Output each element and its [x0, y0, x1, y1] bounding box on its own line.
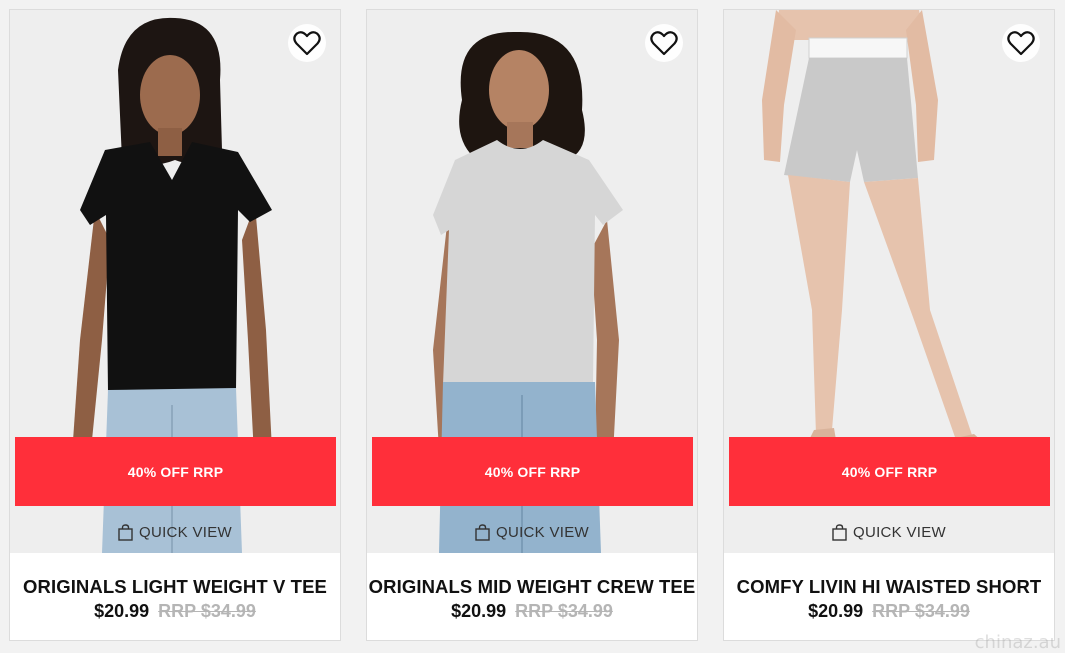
product-card[interactable]: 40% OFF RRP QUICK VIEW COMFY LIVIN HI WA… [723, 9, 1055, 641]
rrp-price: RRP $34.99 [515, 601, 613, 621]
product-name[interactable]: COMFY LIVIN HI WAISTED SHORT [724, 576, 1054, 598]
quick-view-label: QUICK VIEW [852, 523, 946, 541]
promo-label: 40% OFF RRP [841, 463, 938, 480]
promo-banner: 40% OFF RRP [729, 437, 1050, 506]
product-info: ORIGINALS LIGHT WEIGHT V TEE $20.99 RRP … [10, 554, 340, 640]
sale-price: $20.99 [94, 601, 150, 621]
sale-price: $20.99 [451, 601, 507, 621]
quick-view-button[interactable]: QUICK VIEW [367, 515, 697, 549]
wishlist-button[interactable] [1002, 24, 1040, 62]
quick-view-button[interactable]: QUICK VIEW [10, 515, 340, 549]
promo-banner: 40% OFF RRP [372, 437, 693, 506]
heart-outline-icon [1007, 31, 1035, 56]
product-image[interactable]: 40% OFF RRP QUICK VIEW [10, 10, 340, 553]
wishlist-button[interactable] [288, 24, 326, 62]
heart-outline-icon [293, 31, 321, 56]
product-name[interactable]: ORIGINALS MID WEIGHT CREW TEE [367, 576, 697, 598]
heart-outline-icon [650, 31, 678, 56]
product-card[interactable]: 40% OFF RRP QUICK VIEW ORIGINALS MID WEI… [366, 9, 698, 641]
product-name[interactable]: ORIGINALS LIGHT WEIGHT V TEE [10, 576, 340, 598]
product-grid: 40% OFF RRP QUICK VIEW ORIGINALS LIGHT W… [0, 0, 1065, 653]
promo-banner: 40% OFF RRP [15, 437, 336, 506]
quick-view-label: QUICK VIEW [495, 523, 589, 541]
product-image[interactable]: 40% OFF RRP QUICK VIEW [724, 10, 1054, 553]
watermark: chinaz.au [974, 632, 1061, 653]
product-card[interactable]: 40% OFF RRP QUICK VIEW ORIGINALS LIGHT W… [9, 9, 341, 641]
price-row: $20.99 RRP $34.99 [367, 601, 697, 622]
shopping-bag-icon [832, 523, 847, 541]
promo-label: 40% OFF RRP [127, 463, 224, 480]
shopping-bag-icon [475, 523, 490, 541]
product-info: ORIGINALS MID WEIGHT CREW TEE $20.99 RRP… [367, 554, 697, 640]
wishlist-button[interactable] [645, 24, 683, 62]
rrp-price: RRP $34.99 [872, 601, 970, 621]
promo-label: 40% OFF RRP [484, 463, 581, 480]
quick-view-button[interactable]: QUICK VIEW [724, 515, 1054, 549]
price-row: $20.99 RRP $34.99 [724, 601, 1054, 622]
sale-price: $20.99 [808, 601, 864, 621]
product-image[interactable]: 40% OFF RRP QUICK VIEW [367, 10, 697, 553]
rrp-price: RRP $34.99 [158, 601, 256, 621]
price-row: $20.99 RRP $34.99 [10, 601, 340, 622]
quick-view-label: QUICK VIEW [138, 523, 232, 541]
shopping-bag-icon [118, 523, 133, 541]
product-info: COMFY LIVIN HI WAISTED SHORT $20.99 RRP … [724, 554, 1054, 640]
